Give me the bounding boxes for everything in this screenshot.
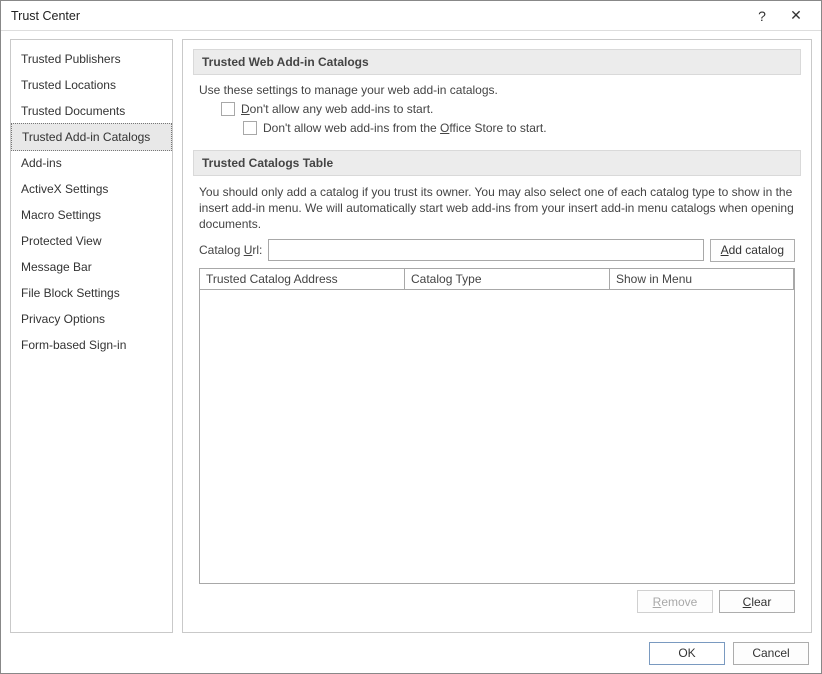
catalog-url-input[interactable] <box>268 239 703 261</box>
sidebar-item-privacy-options[interactable]: Privacy Options <box>11 306 172 332</box>
section-body-catalogs-table: You should only add a catalog if you tru… <box>193 176 801 623</box>
cancel-button[interactable]: Cancel <box>733 642 809 665</box>
dialog-body: Trusted Publishers Trusted Locations Tru… <box>1 31 821 633</box>
category-sidebar: Trusted Publishers Trusted Locations Tru… <box>10 39 173 633</box>
checkbox-row-block-all[interactable]: Don't allow any web add-ins to start. <box>221 102 795 116</box>
section-intro-text: Use these settings to manage your web ad… <box>199 83 795 97</box>
remove-button: Remove <box>637 590 713 613</box>
close-button[interactable]: ✕ <box>779 2 813 30</box>
section-header-web-addin: Trusted Web Add-in Catalogs <box>193 49 801 75</box>
checkbox-icon[interactable] <box>221 102 235 116</box>
catalog-url-row: Catalog Url: Add catalog <box>199 239 795 262</box>
clear-button[interactable]: Clear <box>719 590 795 613</box>
section-header-catalogs-table: Trusted Catalogs Table <box>193 150 801 176</box>
sidebar-item-protected-view[interactable]: Protected View <box>11 228 172 254</box>
sidebar-item-message-bar[interactable]: Message Bar <box>11 254 172 280</box>
main-panel: Trusted Web Add-in Catalogs Use these se… <box>182 39 812 633</box>
section-intro-text: You should only add a catalog if you tru… <box>199 184 795 233</box>
sidebar-item-trusted-documents[interactable]: Trusted Documents <box>11 98 172 124</box>
dialog-title: Trust Center <box>11 9 745 23</box>
catalog-url-label: Catalog Url: <box>199 243 262 257</box>
sidebar-item-trusted-locations[interactable]: Trusted Locations <box>11 72 172 98</box>
add-catalog-button[interactable]: Add catalog <box>710 239 795 262</box>
sidebar-item-file-block-settings[interactable]: File Block Settings <box>11 280 172 306</box>
sidebar-item-trusted-publishers[interactable]: Trusted Publishers <box>11 46 172 72</box>
catalogs-table: Trusted Catalog Address Catalog Type Sho… <box>199 268 795 584</box>
sidebar-item-macro-settings[interactable]: Macro Settings <box>11 202 172 228</box>
trust-center-dialog: Trust Center ? ✕ Trusted Publishers Trus… <box>0 0 822 674</box>
ok-button[interactable]: OK <box>649 642 725 665</box>
sidebar-item-add-ins[interactable]: Add-ins <box>11 150 172 176</box>
checkbox-label: Don't allow any web add-ins to start. <box>241 102 433 116</box>
table-actions: Remove Clear <box>199 590 795 613</box>
checkbox-row-block-office-store[interactable]: Don't allow web add-ins from the Office … <box>243 121 795 135</box>
titlebar: Trust Center ? ✕ <box>1 1 821 31</box>
sidebar-item-form-based-signin[interactable]: Form-based Sign-in <box>11 332 172 358</box>
checkbox-label: Don't allow web add-ins from the Office … <box>263 121 547 135</box>
table-header: Trusted Catalog Address Catalog Type Sho… <box>200 269 794 290</box>
column-header-address[interactable]: Trusted Catalog Address <box>200 269 405 290</box>
section-body-web-addin: Use these settings to manage your web ad… <box>193 75 801 150</box>
sidebar-item-trusted-addin-catalogs[interactable]: Trusted Add-in Catalogs <box>11 123 172 151</box>
table-body-empty <box>200 290 794 583</box>
column-header-type[interactable]: Catalog Type <box>405 269 610 290</box>
help-button[interactable]: ? <box>745 2 779 30</box>
checkbox-icon[interactable] <box>243 121 257 135</box>
column-header-show-in-menu[interactable]: Show in Menu <box>610 269 794 290</box>
sidebar-item-activex-settings[interactable]: ActiveX Settings <box>11 176 172 202</box>
dialog-footer: OK Cancel <box>1 633 821 673</box>
